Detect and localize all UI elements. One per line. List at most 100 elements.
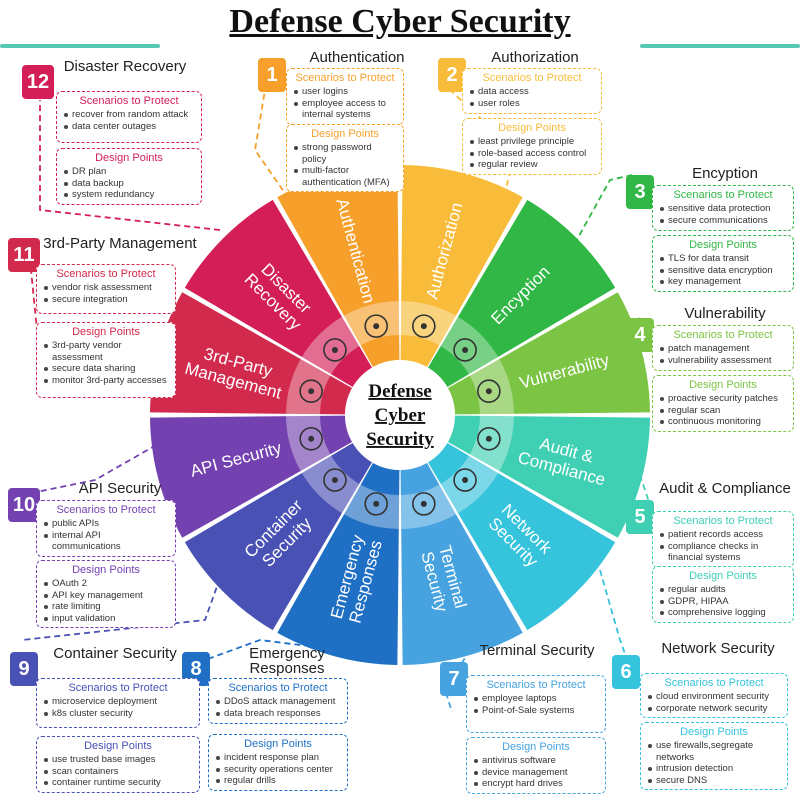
list-item: system redundancy — [63, 189, 195, 201]
scenarios-heading: Scenarios to Protect — [482, 72, 582, 84]
design-points-box: Design Points 3rd-party vendor assessment… — [36, 322, 176, 398]
list-item: vendor risk assessment — [43, 282, 169, 294]
design-points-list: proactive security patches regular scan co… — [659, 393, 787, 428]
section-number-badge: 4 — [626, 318, 654, 352]
list-item: internal API communications — [43, 530, 169, 553]
list-item: data breach responses — [215, 708, 341, 720]
list-item: data access — [469, 86, 595, 98]
design-points-box: Design Points regular audits GDPR, HIPAA co… — [652, 566, 794, 623]
design-points-heading: Design Points — [502, 741, 570, 753]
center-label-line: Cyber — [375, 405, 426, 426]
scenarios-list: patient records access compliance checks … — [659, 529, 787, 564]
list-item: input validation — [43, 613, 169, 625]
list-item: OAuth 2 — [43, 578, 169, 590]
design-points-box: Design Points use trusted base images scan… — [36, 736, 200, 793]
list-item: employee laptops — [473, 693, 599, 705]
scenarios-list: DDoS attack management data breach respon… — [215, 696, 341, 719]
authorization-icon-dot — [420, 323, 427, 330]
list-item: device management — [473, 767, 599, 779]
section-number-badge: 7 — [440, 662, 468, 696]
design-points-box: Design Points OAuth 2 API key management ra… — [36, 560, 176, 628]
design-points-list: strong password policy multi-factor authe… — [293, 142, 397, 188]
design-points-list: DR plan data backup system redundancy — [63, 166, 195, 201]
scenarios-list: recover from random attack data center ou… — [63, 109, 195, 132]
design-points-list: use trusted base images scan containers co… — [43, 754, 193, 789]
scenarios-box: Scenarios to Protect public APIs internal … — [36, 500, 176, 557]
design-points-list: TLS for data transit sensitive data encry… — [659, 253, 787, 288]
list-item: DR plan — [63, 166, 195, 178]
scenarios-list: sensitive data protection secure communic… — [659, 203, 787, 226]
design-points-heading: Design Points — [311, 128, 379, 140]
list-item: secure integration — [43, 294, 169, 306]
list-item: cloud environment security — [647, 691, 781, 703]
section-title: Disaster Recovery — [63, 58, 187, 75]
design-points-list: regular audits GDPR, HIPAA comprehensive l… — [659, 584, 787, 619]
container-security-icon-dot — [331, 477, 338, 484]
scenarios-list: microservice deployment k8s cluster secur… — [43, 696, 193, 719]
list-item: security operations center — [215, 764, 341, 776]
list-item: secure data sharing — [43, 363, 169, 375]
scenarios-box: Scenarios to Protect data access user role… — [462, 68, 602, 114]
scenarios-box: Scenarios to Protect sensitive data prote… — [652, 185, 794, 231]
list-item: multi-factor authentication (MFA) — [293, 165, 397, 188]
list-item: API key management — [43, 590, 169, 602]
list-item: regular drills — [215, 775, 341, 787]
design-points-list: 3rd-party vendor assessment secure data s… — [43, 340, 169, 386]
section-title: Vulnerability — [684, 305, 766, 322]
list-item: use trusted base images — [43, 754, 193, 766]
scenarios-box: Scenarios to Protect DDoS attack manageme… — [208, 678, 348, 724]
list-item: secure communications — [659, 215, 787, 227]
authentication-icon-dot — [373, 323, 380, 330]
list-item: data center outages — [63, 121, 195, 133]
scenarios-box: Scenarios to Protect cloud environment se… — [640, 673, 788, 718]
design-points-heading: Design Points — [689, 239, 757, 251]
list-item: recover from random attack — [63, 109, 195, 121]
list-item: least privilege principle — [469, 136, 595, 148]
list-item: regular scan — [659, 405, 787, 417]
list-item: rate limiting — [43, 601, 169, 613]
scenarios-heading: Scenarios to Protect — [56, 504, 156, 516]
scenarios-box: Scenarios to Protect microservice deploym… — [36, 678, 200, 728]
scenarios-list: patch management vulnerability assessment — [659, 343, 787, 366]
section-title: Audit & Compliance — [659, 480, 791, 497]
list-item: strong password policy — [293, 142, 397, 165]
scenarios-heading: Scenarios to Protect — [228, 682, 328, 694]
list-item: compliance checks in financial systems — [659, 541, 787, 564]
list-item: 3rd-party vendor assessment — [43, 340, 169, 363]
list-item: TLS for data transit — [659, 253, 787, 265]
list-item: antivirus software — [473, 755, 599, 767]
emergency-responses-icon-dot — [373, 500, 380, 507]
section-title: Emergency Responses — [249, 645, 325, 677]
disaster-recovery-icon-dot — [331, 346, 338, 353]
list-item: sensitive data protection — [659, 203, 787, 215]
section-number-badge: 11 — [8, 238, 40, 272]
design-points-list: antivirus software device management encry… — [473, 755, 599, 790]
list-item: incident response plan — [215, 752, 341, 764]
list-item: Point-of-Sale systems — [473, 705, 599, 717]
scenarios-heading: Scenarios to Protect — [673, 189, 773, 201]
scenarios-heading: Scenarios to Protect — [673, 329, 773, 341]
scenarios-list: vendor risk assessment secure integration — [43, 282, 169, 305]
list-item: patch management — [659, 343, 787, 355]
scenarios-heading: Scenarios to Protect — [79, 95, 179, 107]
scenarios-box: Scenarios to Protect recover from random … — [56, 91, 202, 143]
list-item: corporate network security — [647, 703, 781, 715]
design-points-heading: Design Points — [689, 570, 757, 582]
network-security-icon-dot — [462, 477, 469, 484]
center-label-line: Security — [366, 429, 434, 450]
list-item: container runtime security — [43, 777, 193, 789]
section-number-badge: 1 — [258, 58, 286, 92]
section-title: Authentication — [309, 49, 405, 66]
3rd-party-management-icon-dot — [308, 388, 315, 395]
section-number-badge: 5 — [626, 500, 654, 534]
center-label: Defense Cyber Security — [366, 381, 434, 450]
list-item: user logins — [293, 86, 397, 98]
section-title: API Security — [78, 480, 162, 497]
center-label-line: Defense — [368, 381, 431, 402]
section-title: Authorization — [491, 49, 579, 66]
list-item: regular review — [469, 159, 595, 171]
list-item: microservice deployment — [43, 696, 193, 708]
list-item: sensitive data encryption — [659, 265, 787, 277]
list-item: key management — [659, 276, 787, 288]
design-points-box: Design Points antivirus software device ma… — [466, 737, 606, 794]
